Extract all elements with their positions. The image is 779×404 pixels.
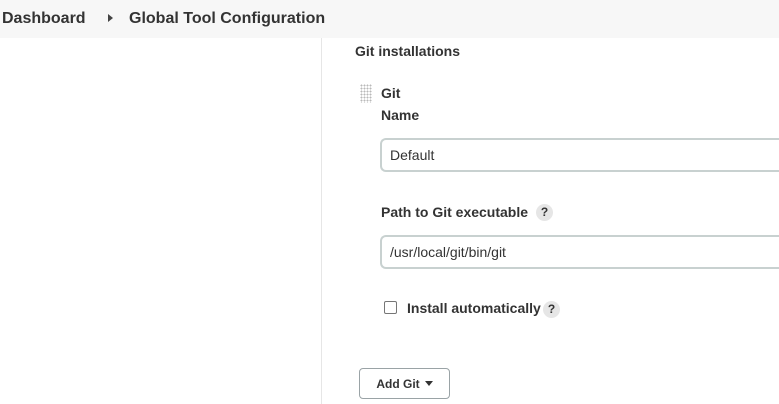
breadcrumb: Dashboard Global Tool Configuration: [0, 0, 779, 38]
name-label: Name: [381, 107, 420, 123]
breadcrumb-dashboard[interactable]: Dashboard: [2, 10, 86, 28]
name-input[interactable]: [380, 138, 779, 172]
side-panel-divider: [321, 38, 322, 404]
drag-handle-icon[interactable]: [360, 84, 372, 103]
path-to-git-executable-label: Path to Git executable: [381, 204, 529, 220]
section-title-git-installations: Git installations: [355, 43, 461, 59]
help-icon[interactable]: ?: [543, 301, 560, 318]
breadcrumb-global-tool-configuration[interactable]: Global Tool Configuration: [129, 10, 325, 28]
install-automatically-checkbox[interactable]: [384, 301, 397, 314]
install-automatically-label[interactable]: Install automatically: [407, 300, 541, 316]
help-icon[interactable]: ?: [536, 204, 553, 221]
path-to-git-executable-input[interactable]: [380, 235, 779, 269]
add-git-button-label: Add Git: [376, 376, 420, 391]
caret-right-icon: [108, 14, 113, 22]
caret-down-icon: [424, 381, 433, 386]
add-git-button[interactable]: Add Git: [359, 368, 450, 399]
git-installation-heading: Git: [381, 85, 401, 101]
